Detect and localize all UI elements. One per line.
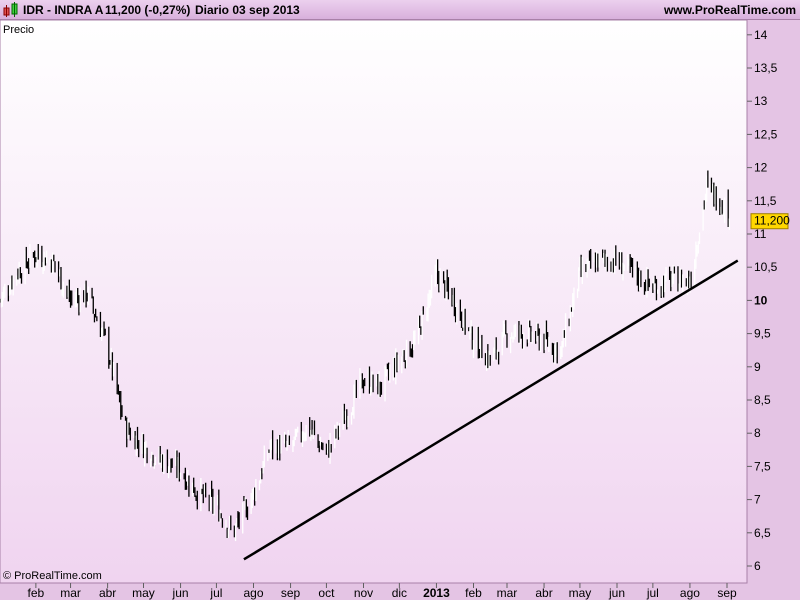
y-tick-label: 13 xyxy=(754,94,768,108)
x-tick-label: sep xyxy=(281,586,301,600)
x-tick-label: feb xyxy=(465,586,482,600)
last-price-label: 11,200 xyxy=(754,214,790,228)
plot-area xyxy=(0,19,748,584)
x-tick-label: oct xyxy=(318,586,335,600)
y-tick-label: 10,5 xyxy=(754,260,778,274)
x-tick-label: dic xyxy=(392,586,407,600)
x-tick-label: nov xyxy=(354,586,373,600)
y-tick-label: 10 xyxy=(754,293,768,307)
x-tick-label: jun xyxy=(608,586,625,600)
x-tick-label: jul xyxy=(209,586,222,600)
x-tick-label: 2013 xyxy=(423,586,450,600)
y-tick-label: 6 xyxy=(754,559,761,573)
y-tick-label: 11,5 xyxy=(754,194,777,208)
y-tick-label: 13,5 xyxy=(754,61,778,75)
x-tick-label: ago xyxy=(680,586,700,600)
x-tick-label: feb xyxy=(28,586,45,600)
x-tick-label: may xyxy=(569,586,592,600)
x-tick-label: sep xyxy=(717,586,737,600)
panel-label: Precio xyxy=(3,24,34,36)
x-tick-label: jun xyxy=(172,586,189,600)
copyright: © ProRealTime.com xyxy=(3,570,102,582)
y-tick-label: 9 xyxy=(754,360,761,374)
y-tick-label: 9,5 xyxy=(754,327,771,341)
y-tick-label: 8,5 xyxy=(754,393,771,407)
x-tick-label: mar xyxy=(60,586,81,600)
y-tick-label: 6,5 xyxy=(754,526,771,540)
x-tick-label: ago xyxy=(243,586,263,600)
candlestick-logo-icon xyxy=(3,2,18,17)
y-tick-label: 12,5 xyxy=(754,127,778,141)
price-chart: 66,577,588,599,51010,51111,51212,51313,5… xyxy=(0,19,790,600)
title-bar: IDR - INDRA A 11,200 (-0,27%) Diario 03 … xyxy=(0,0,800,20)
last-price-tag: 11,200 xyxy=(750,213,790,230)
y-tick-label: 8 xyxy=(754,426,761,440)
last-price-change: 11,200 (-0,27%) xyxy=(105,3,191,17)
y-tick-label: 12 xyxy=(754,161,768,175)
x-tick-label: may xyxy=(132,586,155,600)
symbol-name: IDR - INDRA A xyxy=(23,3,104,17)
y-tick-label: 7,5 xyxy=(754,459,771,473)
x-tick-label: abr xyxy=(535,586,552,600)
period-date: Diario 03 sep 2013 xyxy=(195,3,300,17)
y-tick-label: 7 xyxy=(754,493,761,507)
x-tick-label: abr xyxy=(99,586,116,600)
y-tick-label: 14 xyxy=(754,28,768,42)
x-tick-label: mar xyxy=(497,586,518,600)
x-tick-label: jul xyxy=(646,586,659,600)
site-link[interactable]: www.ProRealTime.com xyxy=(664,3,796,17)
